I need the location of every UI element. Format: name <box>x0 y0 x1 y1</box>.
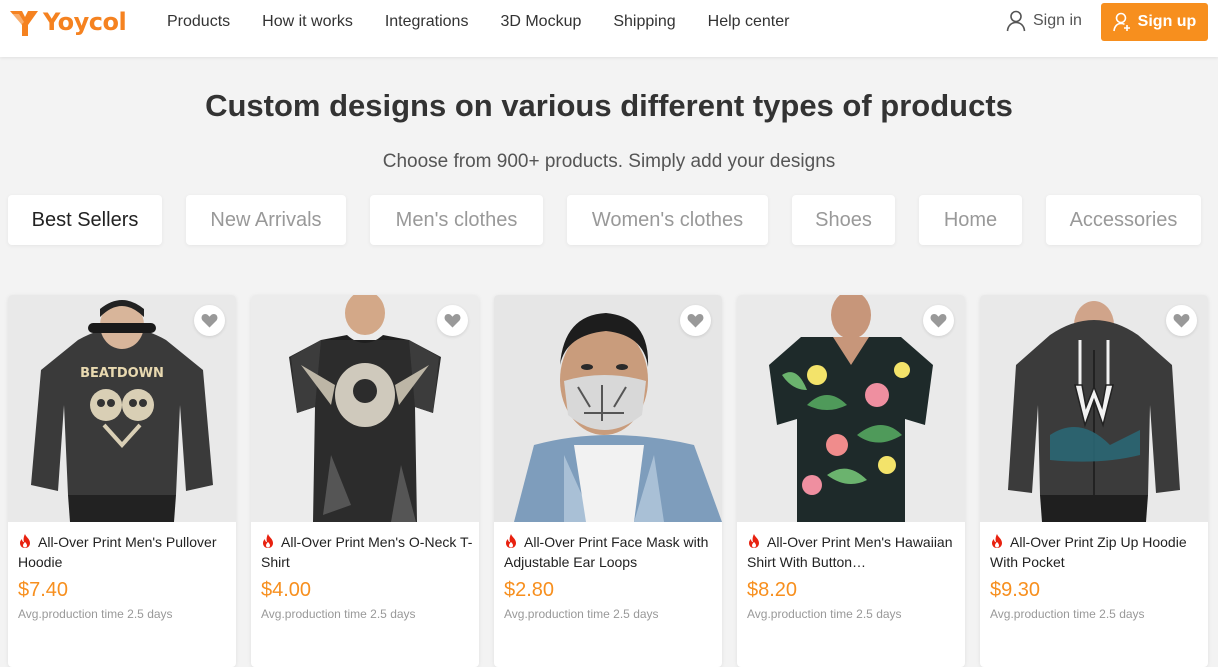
page-title: Custom designs on various different type… <box>205 88 1013 123</box>
nav-shipping[interactable]: Shipping <box>613 12 675 32</box>
tab-new-arrivals[interactable]: New Arrivals <box>186 195 346 245</box>
product-name: All-Over Print Men's O-Neck T-Shirt <box>261 534 473 570</box>
nav-products[interactable]: Products <box>167 12 230 32</box>
product-name-block[interactable]: All-Over Print Men's O-Neck T-Shirt <box>261 532 473 572</box>
brand-name: Yoycol <box>43 8 127 36</box>
production-time: Avg.production time 2.5 days <box>504 607 659 621</box>
heart-icon <box>1173 314 1190 328</box>
product-name: All-Over Print Men's Hawaiian Shirt With… <box>747 534 953 570</box>
main-nav: Products How it works Integrations 3D Mo… <box>167 12 821 32</box>
favorite-button[interactable] <box>923 305 954 336</box>
product-name: All-Over Print Men's Pullover Hoodie <box>18 534 217 570</box>
production-time: Avg.production time 2.5 days <box>990 607 1145 621</box>
yoycol-logo-icon <box>10 11 38 36</box>
nav-3d-mockup[interactable]: 3D Mockup <box>500 12 581 32</box>
heart-icon <box>687 314 704 328</box>
product-price: $4.00 <box>261 579 312 601</box>
nav-help-center[interactable]: Help center <box>708 12 790 32</box>
nav-how-it-works[interactable]: How it works <box>262 12 353 32</box>
tab-womens-clothes[interactable]: Women's clothes <box>567 195 768 245</box>
sign-up-label: Sign up <box>1137 13 1197 30</box>
production-time: Avg.production time 2.5 days <box>261 607 416 621</box>
top-header: Yoycol Products How it works Integration… <box>0 0 1218 57</box>
tab-shoes[interactable]: Shoes <box>792 195 895 245</box>
product-card[interactable]: BEATDOWN All-Over Print Men's Pullover H… <box>8 295 236 667</box>
product-price: $9.30 <box>990 579 1041 601</box>
product-price: $8.20 <box>747 579 798 601</box>
product-name-block[interactable]: All-Over Print Face Mask with Adjustable… <box>504 532 716 572</box>
sign-in-label: Sign in <box>1033 12 1082 29</box>
production-time: Avg.production time 2.5 days <box>18 607 173 621</box>
user-add-icon <box>1112 12 1130 32</box>
product-name-block[interactable]: All-Over Print Zip Up Hoodie With Pocket <box>990 532 1202 572</box>
product-name-block[interactable]: All-Over Print Men's Hawaiian Shirt With… <box>747 532 959 572</box>
fire-icon <box>992 534 1002 548</box>
fire-icon <box>506 534 516 548</box>
product-name: All-Over Print Zip Up Hoodie With Pocket <box>990 534 1187 570</box>
logo[interactable]: Yoycol <box>8 6 127 38</box>
page-subtitle: Choose from 900+ products. Simply add yo… <box>382 151 836 172</box>
svg-text:BEATDOWN: BEATDOWN <box>80 366 164 381</box>
tab-best-sellers[interactable]: Best Sellers <box>8 195 162 245</box>
product-card[interactable]: All-Over Print Men's Hawaiian Shirt With… <box>737 295 965 667</box>
fire-icon <box>263 534 273 548</box>
production-time: Avg.production time 2.5 days <box>747 607 902 621</box>
sign-up-button[interactable]: Sign up <box>1101 3 1208 41</box>
product-name-block[interactable]: All-Over Print Men's Pullover Hoodie <box>18 532 230 572</box>
fire-icon <box>749 534 759 548</box>
heart-icon <box>444 314 461 328</box>
favorite-button[interactable] <box>1166 305 1197 336</box>
favorite-button[interactable] <box>194 305 225 336</box>
sign-in-link[interactable]: Sign in <box>1006 10 1082 32</box>
product-price: $7.40 <box>18 579 69 601</box>
fire-icon <box>20 534 30 548</box>
heart-icon <box>930 314 947 328</box>
heart-icon <box>201 314 218 328</box>
favorite-button[interactable] <box>437 305 468 336</box>
nav-integrations[interactable]: Integrations <box>385 12 469 32</box>
user-icon <box>1006 10 1026 32</box>
product-card[interactable]: All-Over Print Face Mask with Adjustable… <box>494 295 722 667</box>
favorite-button[interactable] <box>680 305 711 336</box>
product-card[interactable]: All-Over Print Zip Up Hoodie With Pocket… <box>980 295 1208 667</box>
product-price: $2.80 <box>504 579 555 601</box>
product-card[interactable]: All-Over Print Men's O-Neck T-Shirt $4.0… <box>251 295 479 667</box>
tab-mens-clothes[interactable]: Men's clothes <box>370 195 543 245</box>
tab-accessories[interactable]: Accessories <box>1046 195 1201 245</box>
tab-home[interactable]: Home <box>919 195 1022 245</box>
product-name: All-Over Print Face Mask with Adjustable… <box>504 534 709 570</box>
